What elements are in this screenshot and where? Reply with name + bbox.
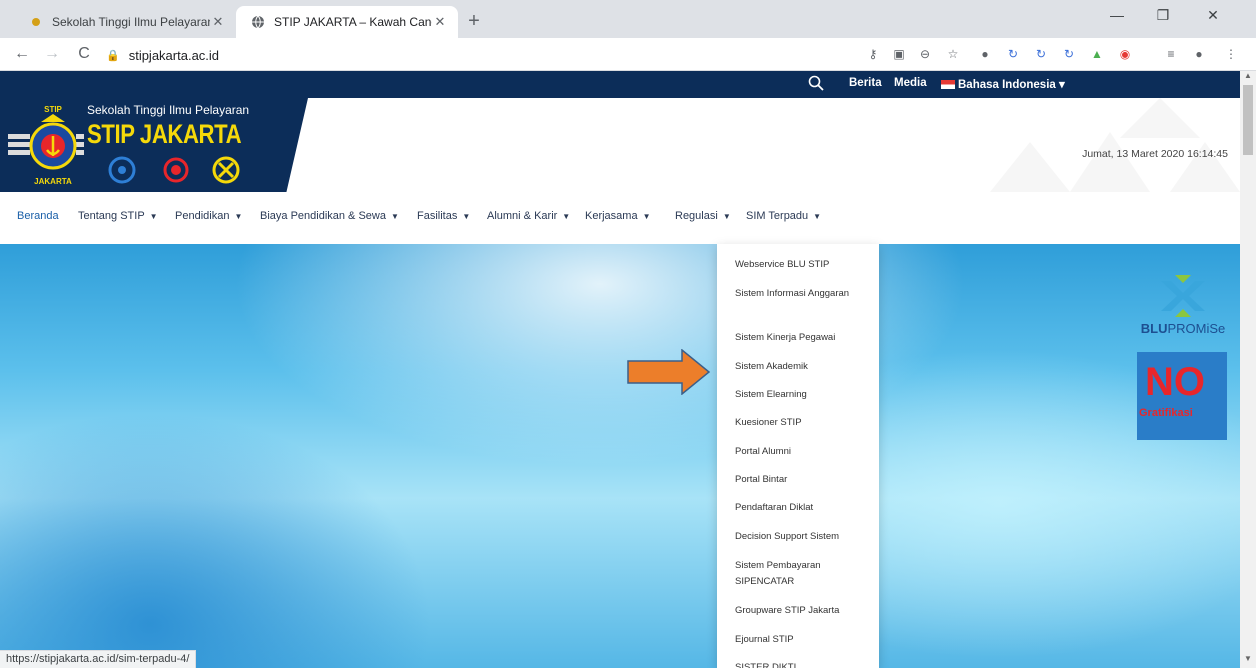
dropdown-item[interactable]: Ejournal STIP bbox=[735, 632, 871, 648]
dropdown-item[interactable]: Sistem Elearning bbox=[735, 387, 871, 403]
chevron-down-icon: ▼ bbox=[813, 212, 822, 221]
key-icon[interactable]: ⚷ bbox=[864, 45, 882, 63]
svg-text:STIP: STIP bbox=[44, 105, 62, 114]
dropdown-item[interactable]: Webservice BLU STIP bbox=[735, 257, 871, 273]
scroll-up-icon: ▲ bbox=[1244, 71, 1252, 80]
brand-name: STIP JAKARTA bbox=[87, 119, 242, 149]
current-datetime: Jumat, 13 Maret 2020 16:14:45 bbox=[1082, 148, 1228, 160]
status-bar-url: https://stipjakarta.ac.id/sim-terpadu-4/ bbox=[0, 650, 197, 668]
link-media[interactable]: Media bbox=[894, 77, 927, 89]
nav-sim-terpadu[interactable]: SIM Terpadu ▼ bbox=[746, 210, 821, 222]
nav-fasilitas[interactable]: Fasilitas ▼ bbox=[417, 210, 470, 222]
link-berita[interactable]: Berita bbox=[849, 77, 882, 89]
window-close-button[interactable]: ✕ bbox=[1190, 0, 1236, 32]
indonesia-flag-icon bbox=[941, 80, 955, 89]
lock-icon: 🔒 bbox=[106, 49, 120, 62]
no-label: NO bbox=[1145, 360, 1205, 404]
gratifikasi-label: Gratifikasi bbox=[1139, 407, 1193, 419]
svg-text:JAKARTA: JAKARTA bbox=[34, 177, 72, 186]
extension-sync-icon[interactable]: ↻ bbox=[1004, 45, 1022, 63]
nav-regulasi[interactable]: Regulasi ▼ bbox=[675, 210, 731, 222]
nav-alumni-karir[interactable]: Alumni & Karir ▼ bbox=[487, 210, 570, 222]
emblem-icons bbox=[108, 156, 240, 184]
blu-promise-logo[interactable]: BLUPROMiSe bbox=[1137, 271, 1229, 351]
back-arrow-icon[interactable]: ← bbox=[10, 42, 34, 66]
chevron-down-icon: ▼ bbox=[462, 212, 471, 221]
translate-icon[interactable]: ▣ bbox=[890, 45, 908, 63]
extension-leaf-icon[interactable]: ▲ bbox=[1088, 45, 1106, 63]
site-header: STIP JAKARTA Sekolah Tinggi Ilmu Pelayar… bbox=[0, 98, 1240, 192]
chevron-down-icon: ▼ bbox=[722, 212, 731, 221]
nav-beranda[interactable]: Beranda bbox=[17, 210, 59, 222]
chevron-down-icon: ▼ bbox=[390, 212, 399, 221]
triangle-pattern-decoration bbox=[990, 98, 1240, 192]
language-selector[interactable]: Bahasa Indonesia ▾ bbox=[941, 77, 1065, 91]
scrollbar-thumb[interactable] bbox=[1243, 85, 1253, 155]
dropdown-item[interactable]: SISTER DIKTI bbox=[735, 660, 871, 668]
zoom-icon[interactable]: ⊖ bbox=[916, 45, 934, 63]
no-gratifikasi-banner[interactable]: NO Gratifikasi bbox=[1137, 352, 1227, 440]
globe-icon bbox=[250, 14, 266, 30]
nav-kerjasama[interactable]: Kerjasama ▼ bbox=[585, 210, 651, 222]
browser-tab-bar: Sekolah Tinggi Ilmu Pelayaran Ja ✕ STIP … bbox=[0, 0, 1256, 38]
brand-subtitle: Sekolah Tinggi Ilmu Pelayaran bbox=[87, 103, 250, 117]
bookmark-star-icon[interactable]: ☆ bbox=[944, 45, 962, 63]
tab-close-icon[interactable]: ✕ bbox=[432, 14, 448, 30]
dropdown-item[interactable]: Sistem Pembayaran SIPENCATAR bbox=[735, 558, 871, 590]
new-tab-button[interactable]: + bbox=[462, 10, 486, 34]
reading-list-icon[interactable]: ≡ bbox=[1162, 45, 1180, 63]
dropdown-item[interactable]: Pendaftaran Diklat bbox=[735, 500, 871, 516]
forward-arrow-icon[interactable]: → bbox=[40, 42, 64, 66]
nav-pendidikan[interactable]: Pendidikan ▼ bbox=[175, 210, 242, 222]
dropdown-item[interactable]: Portal Alumni bbox=[735, 444, 871, 460]
dropdown-item[interactable]: Sistem Informasi Anggaran bbox=[735, 286, 871, 302]
chevron-down-icon: ▼ bbox=[149, 212, 158, 221]
stip-logo-icon: STIP JAKARTA bbox=[8, 105, 84, 186]
browser-toolbar: ← → C 🔒 stipjakarta.ac.id ⚷ ▣ ⊖ ☆ ● ↻ ↻ … bbox=[0, 38, 1256, 71]
chevron-down-icon: ▼ bbox=[234, 212, 243, 221]
page-viewport: Berita Media Bahasa Indonesia ▾ STIP JAK… bbox=[0, 71, 1240, 668]
extension-record-icon[interactable]: ◉ bbox=[1116, 45, 1134, 63]
nav-biaya[interactable]: Biaya Pendidikan & Sewa ▼ bbox=[260, 210, 399, 222]
address-bar[interactable]: 🔒 stipjakarta.ac.id bbox=[106, 42, 219, 68]
tab-stip-jakarta[interactable]: STIP JAKARTA – Kawah Candradi ✕ bbox=[236, 6, 458, 38]
top-utility-bar: Berita Media Bahasa Indonesia ▾ bbox=[0, 71, 1240, 98]
dropdown-item[interactable]: Portal Bintar bbox=[735, 472, 871, 488]
chevron-down-icon: ▼ bbox=[642, 212, 651, 221]
language-label: Bahasa Indonesia bbox=[958, 79, 1056, 91]
chevron-down-icon: ▼ bbox=[562, 212, 571, 221]
minimize-button[interactable]: — bbox=[1094, 0, 1140, 32]
url-text: stipjakarta.ac.id bbox=[128, 47, 220, 63]
extension-sync-icon[interactable]: ↻ bbox=[1032, 45, 1050, 63]
dropdown-item[interactable]: Kuesioner STIP bbox=[735, 415, 871, 431]
tab-title: STIP JAKARTA – Kawah Candradi bbox=[274, 15, 432, 29]
tab-title: Sekolah Tinggi Ilmu Pelayaran Ja bbox=[52, 15, 210, 29]
hero-slider bbox=[0, 244, 1240, 668]
brand-banner[interactable]: STIP JAKARTA Sekolah Tinggi Ilmu Pelayar… bbox=[0, 98, 308, 192]
restore-button[interactable]: ❐ bbox=[1140, 0, 1186, 32]
profile-avatar-icon[interactable]: ● bbox=[1190, 45, 1208, 63]
scroll-down-icon: ▼ bbox=[1244, 654, 1252, 663]
extension-sync-icon[interactable]: ↻ bbox=[1060, 45, 1078, 63]
reload-icon[interactable]: C bbox=[72, 42, 96, 66]
site-favicon-icon bbox=[28, 14, 44, 30]
nav-tentang-stip[interactable]: Tentang STIP ▼ bbox=[78, 210, 158, 222]
tab-close-icon[interactable]: ✕ bbox=[210, 14, 226, 30]
extension-dot-icon[interactable]: ● bbox=[976, 45, 994, 63]
dropdown-item[interactable]: Sistem Akademik bbox=[735, 359, 871, 375]
search-icon[interactable] bbox=[808, 75, 824, 91]
dropdown-item[interactable]: Decision Support Sistem bbox=[735, 529, 871, 545]
blu-promise-x-icon bbox=[1161, 275, 1205, 317]
main-navigation: Beranda Tentang STIP ▼ Pendidikan ▼ Biaya … bbox=[0, 192, 1240, 244]
tab-sekolah[interactable]: Sekolah Tinggi Ilmu Pelayaran Ja ✕ bbox=[14, 6, 236, 38]
dropdown-item[interactable]: Sistem Kinerja Pegawai bbox=[735, 330, 871, 346]
menu-kebab-icon[interactable]: ⋮ bbox=[1222, 45, 1240, 63]
page-scrollbar[interactable]: ▲ ▼ bbox=[1240, 71, 1256, 668]
orange-arrow-annotation bbox=[627, 349, 711, 395]
blu-promise-label: BLUPROMiSe bbox=[1140, 321, 1226, 336]
dropdown-item[interactable]: Groupware STIP Jakarta bbox=[735, 603, 871, 619]
sim-terpadu-dropdown: Webservice BLU STIP Sistem Informasi Ang… bbox=[717, 244, 879, 668]
